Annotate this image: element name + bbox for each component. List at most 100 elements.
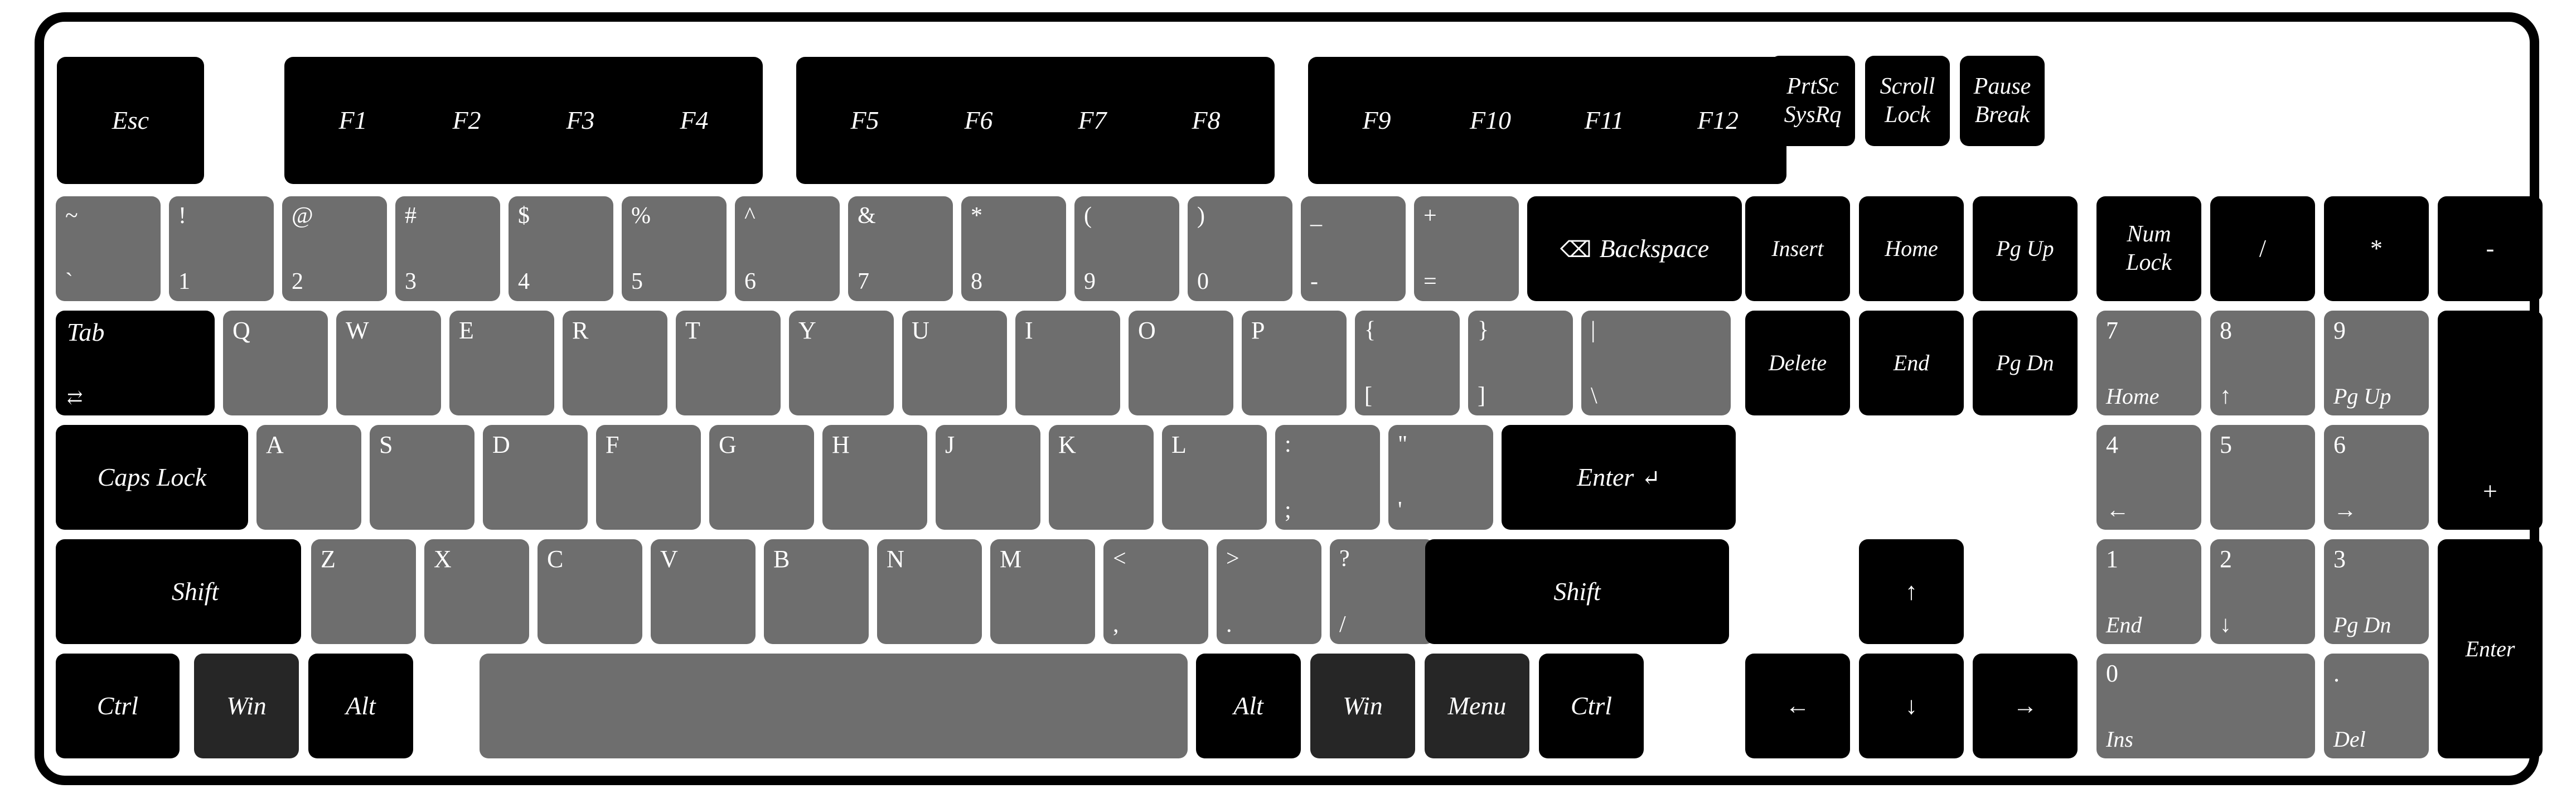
key-letter-a[interactable]: A [256,425,361,530]
key-letter-i[interactable]: I [1015,311,1120,415]
key-arrow-down[interactable]: ↓ [1859,654,1964,758]
key-caps-lock[interactable]: Caps Lock [56,425,248,530]
key-end[interactable]: End [1859,311,1964,415]
key-letter-h[interactable]: H [822,425,927,530]
key-numpad-0[interactable]: 0 Ins [2096,654,2315,758]
key-home[interactable]: Home [1859,196,1964,301]
key-bracket-right[interactable]: }] [1468,311,1573,415]
key-letter-r[interactable]: R [563,311,667,415]
key-scroll-lock[interactable]: Scroll Lock [1865,56,1950,146]
key-right-alt[interactable]: Alt [1196,654,1301,758]
key-left-ctrl[interactable]: Ctrl [56,654,180,758]
key-digit-9[interactable]: (9 [1074,196,1179,301]
key-letter-s[interactable]: S [370,425,474,530]
key-page-down[interactable]: Pg Dn [1973,311,2078,415]
key-comma[interactable]: <, [1103,539,1208,644]
key-left-alt[interactable]: Alt [308,654,413,758]
key-menu[interactable]: Menu [1425,654,1529,758]
key-numpad-subtract[interactable]: - [2438,196,2543,301]
key-num-lock[interactable]: Num Lock [2096,196,2201,301]
key-letter-v[interactable]: V [651,539,756,644]
key-letter-o[interactable]: O [1129,311,1233,415]
key-pause-break[interactable]: Pause Break [1960,56,2045,146]
key-numpad-add[interactable]: + [2438,311,2543,530]
key-esc[interactable]: Esc [57,57,204,184]
key-numpad-multiply[interactable]: * [2324,196,2429,301]
key-f4[interactable]: F4 [626,57,763,184]
key-slash[interactable]: ? / [1330,539,1435,644]
key-delete[interactable]: Delete [1745,311,1850,415]
key-numpad-5[interactable]: 5 [2210,425,2315,530]
key-letter-g[interactable]: G [709,425,814,530]
key-numpad-3[interactable]: 3 Pg Dn [2324,539,2429,644]
key-bracket-left[interactable]: {[ [1355,311,1460,415]
numpad-0-digit-label: 0 [2106,660,2118,687]
key-space[interactable] [480,654,1188,758]
key-digit-4[interactable]: $4 [509,196,613,301]
key-letter-t[interactable]: T [676,311,781,415]
key-minus[interactable]: _ - [1301,196,1406,301]
key-digit-7[interactable]: & 7 [848,196,953,301]
key-numpad-divide[interactable]: / [2210,196,2315,301]
key-numpad-enter[interactable]: Enter [2438,539,2543,758]
key-letter-u[interactable]: U [902,311,1007,415]
key-letter-e[interactable]: E [449,311,554,415]
key-digit-1[interactable]: ! 1 [169,196,274,301]
key-digit-2[interactable]: @2 [282,196,387,301]
key-backspace[interactable]: ⌫ Backspace [1527,196,1742,301]
key-f12[interactable]: F12 [1649,57,1786,184]
key-right-win[interactable]: Win [1310,654,1415,758]
key-letter-d[interactable]: D [483,425,588,530]
key-tab[interactable]: Tab ⇄ [56,311,215,415]
key-letter-j[interactable]: J [936,425,1040,530]
key-letter-f[interactable]: F [596,425,701,530]
key-letter-y[interactable]: Y [789,311,894,415]
key-numpad-9[interactable]: 9 Pg Up [2324,311,2429,415]
key-letter-b[interactable]: B [764,539,869,644]
key-letter-p[interactable]: P [1242,311,1347,415]
key-quote[interactable]: " ' [1388,425,1493,530]
key-digit-8[interactable]: * 8 [961,196,1066,301]
key-insert[interactable]: Insert [1745,196,1850,301]
key-letter-k[interactable]: K [1049,425,1154,530]
key-letter-c[interactable]: C [538,539,642,644]
key-numpad-8[interactable]: 8 ↑ [2210,311,2315,415]
key-letter-w[interactable]: W [336,311,441,415]
key-letter-x[interactable]: X [424,539,529,644]
key-period[interactable]: >. [1217,539,1321,644]
key-letter-q[interactable]: Q [223,311,328,415]
key-numpad-2[interactable]: 2 ↓ [2210,539,2315,644]
key-digit-6[interactable]: ^ 6 [735,196,840,301]
numpad-3-digit-label: 3 [2333,545,2346,573]
key-backtick[interactable]: ~ ` [56,196,161,301]
key-letter-l[interactable]: L [1162,425,1267,530]
key-equals[interactable]: + = [1414,196,1519,301]
key-page-up[interactable]: Pg Up [1973,196,2078,301]
key-arrow-right[interactable]: → [1973,654,2078,758]
key-semicolon[interactable]: :; [1275,425,1380,530]
key-letter-m[interactable]: M [990,539,1095,644]
key-digit-0[interactable]: ) 0 [1188,196,1292,301]
key-numpad-1[interactable]: 1 End [2096,539,2201,644]
key-right-ctrl[interactable]: Ctrl [1539,654,1644,758]
key-right-shift[interactable]: Shift [1425,539,1729,644]
key-digit-3[interactable]: #3 [395,196,500,301]
key-numpad-4[interactable]: 4 ← [2096,425,2201,530]
digit-6-shift-label: ^ [744,203,756,229]
key-digit-5[interactable]: % 5 [622,196,727,301]
key-numpad-6[interactable]: 6 → [2324,425,2429,530]
key-arrow-up[interactable]: ↑ [1859,539,1964,644]
key-numpad-7[interactable]: 7 Home [2096,311,2201,415]
key-enter[interactable]: Enter ↵ [1502,425,1736,530]
key-letter-z[interactable]: Z [311,539,416,644]
page-up-label: Pg Up [1996,236,2054,261]
key-backslash[interactable]: | \ [1581,311,1731,415]
key-letter-n[interactable]: N [877,539,982,644]
key-left-shift[interactable]: Shift [56,539,301,644]
key-arrow-left[interactable]: ← [1745,654,1850,758]
keyboard-diagram: Esc F1 F2 F3 F4 F5 F6 F7 F8 F9 F10 F11 F12 PrtSc SysRq… [0,0,2576,803]
key-f8[interactable]: F8 [1137,57,1275,184]
key-left-win[interactable]: Win [194,654,299,758]
key-numpad-decimal[interactable]: . Del [2324,654,2429,758]
key-print-screen[interactable]: PrtSc SysRq [1770,56,1855,146]
